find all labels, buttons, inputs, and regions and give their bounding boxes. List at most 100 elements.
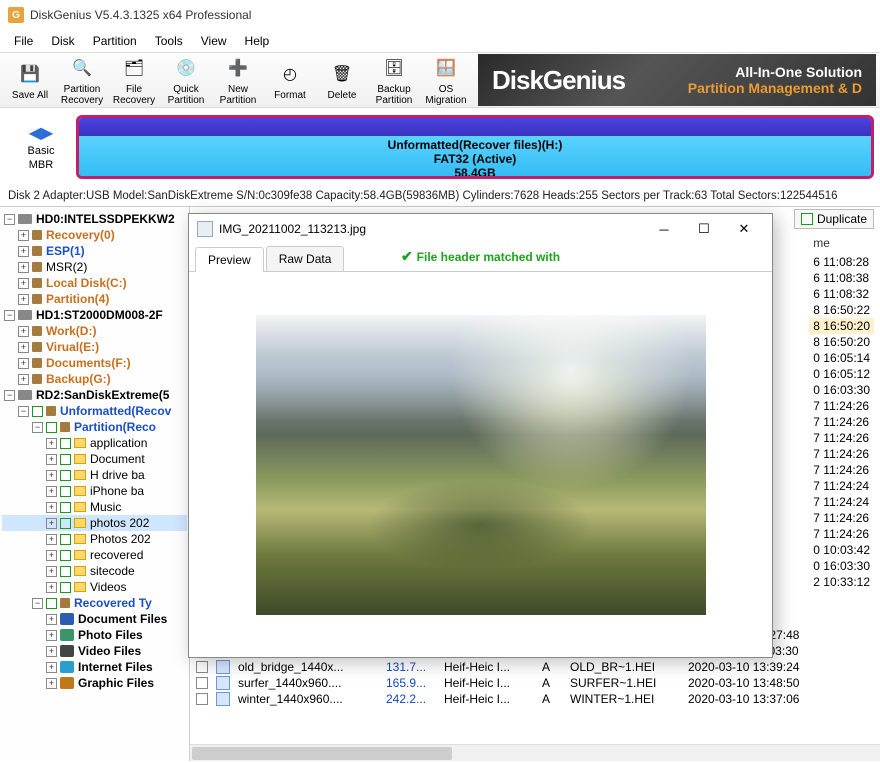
time-cell[interactable]: 7 11:24:24 bbox=[809, 478, 874, 494]
time-cell[interactable]: 6 11:08:28 bbox=[809, 254, 874, 270]
file-preview-window[interactable]: IMG_20211002_113213.jpg ─ ☐ ✕ Preview Ra… bbox=[188, 213, 773, 658]
time-cell[interactable]: 0 16:03:30 bbox=[809, 558, 874, 574]
expand-icon[interactable]: + bbox=[18, 294, 29, 305]
checkbox-icon[interactable] bbox=[196, 677, 208, 689]
checkbox-icon[interactable] bbox=[60, 566, 71, 577]
checkbox-icon[interactable] bbox=[60, 550, 71, 561]
expand-icon[interactable]: + bbox=[46, 662, 57, 673]
menu-view[interactable]: View bbox=[193, 32, 235, 50]
expand-icon[interactable]: + bbox=[46, 502, 57, 513]
time-cell[interactable]: 6 11:08:38 bbox=[809, 270, 874, 286]
tree-node[interactable]: +Music bbox=[2, 499, 187, 515]
expand-icon[interactable]: + bbox=[46, 470, 57, 481]
file-row[interactable]: winter_1440x960....242.2...Heif-Heic I..… bbox=[190, 691, 880, 707]
expand-icon[interactable]: + bbox=[46, 630, 57, 641]
time-cell[interactable]: 7 11:24:26 bbox=[809, 446, 874, 462]
time-cell[interactable]: 0 16:05:14 bbox=[809, 350, 874, 366]
tb-new-partition[interactable]: ➕New Partition bbox=[212, 54, 264, 106]
checkbox-icon[interactable] bbox=[196, 661, 208, 673]
tree-node[interactable]: +Photo Files bbox=[2, 627, 187, 643]
time-cell[interactable]: 7 11:24:26 bbox=[809, 398, 874, 414]
expand-icon[interactable]: − bbox=[32, 598, 43, 609]
tree-node[interactable]: +ESP(1) bbox=[2, 243, 187, 259]
column-header-time[interactable]: me bbox=[809, 235, 874, 254]
expand-icon[interactable]: − bbox=[4, 214, 15, 225]
checkbox-icon[interactable] bbox=[60, 454, 71, 465]
time-cell[interactable]: 6 11:08:32 bbox=[809, 286, 874, 302]
checkbox-icon[interactable] bbox=[60, 438, 71, 449]
menu-disk[interactable]: Disk bbox=[43, 32, 82, 50]
expand-icon[interactable]: − bbox=[18, 406, 29, 417]
menu-help[interactable]: Help bbox=[237, 32, 278, 50]
preview-titlebar[interactable]: IMG_20211002_113213.jpg ─ ☐ ✕ bbox=[189, 214, 772, 244]
tb-quick-partition[interactable]: 💿Quick Partition bbox=[160, 54, 212, 106]
time-cell[interactable]: 8 16:50:22 bbox=[809, 302, 874, 318]
expand-icon[interactable]: + bbox=[18, 374, 29, 385]
time-cell[interactable]: 7 11:24:26 bbox=[809, 414, 874, 430]
checkbox-icon[interactable] bbox=[60, 534, 71, 545]
time-cell[interactable]: 0 16:05:12 bbox=[809, 366, 874, 382]
time-cell[interactable]: 8 16:50:20 bbox=[809, 334, 874, 350]
tb-backup-partition[interactable]: 🗄Backup Partition bbox=[368, 54, 420, 106]
disk-tree[interactable]: −HD0:INTELSSDPEKKW2+Recovery(0)+ESP(1)+M… bbox=[0, 207, 190, 761]
tree-node[interactable]: +sitecode bbox=[2, 563, 187, 579]
checkbox-icon[interactable] bbox=[60, 518, 71, 529]
tree-node[interactable]: +Videos bbox=[2, 579, 187, 595]
checkbox-icon[interactable] bbox=[46, 598, 57, 609]
tab-preview[interactable]: Preview bbox=[195, 247, 264, 272]
expand-icon[interactable]: + bbox=[46, 678, 57, 689]
expand-icon[interactable]: + bbox=[18, 246, 29, 257]
menu-partition[interactable]: Partition bbox=[85, 32, 145, 50]
tree-node[interactable]: −Recovered Ty bbox=[2, 595, 187, 611]
close-button[interactable]: ✕ bbox=[724, 215, 764, 243]
tree-node[interactable]: +Partition(4) bbox=[2, 291, 187, 307]
tree-node[interactable]: +Graphic Files bbox=[2, 675, 187, 691]
tree-node[interactable]: +H drive ba bbox=[2, 467, 187, 483]
nav-arrows-icon[interactable]: ◀▶ bbox=[6, 123, 76, 143]
time-cell[interactable]: 7 11:24:26 bbox=[809, 526, 874, 542]
checkbox-icon[interactable] bbox=[60, 486, 71, 497]
checkbox-icon[interactable] bbox=[60, 470, 71, 481]
tree-node[interactable]: +Work(D:) bbox=[2, 323, 187, 339]
duplicate-toggle[interactable]: Duplicate bbox=[794, 209, 874, 229]
expand-icon[interactable]: + bbox=[46, 518, 57, 529]
tb-os-migration[interactable]: 🪟OS Migration bbox=[420, 54, 472, 106]
menu-tools[interactable]: Tools bbox=[147, 32, 191, 50]
partition-bar[interactable]: Unformatted(Recover files)(H:) FAT32 (Ac… bbox=[76, 115, 874, 179]
time-cell[interactable]: 7 11:24:24 bbox=[809, 494, 874, 510]
tree-node[interactable]: −Partition(Reco bbox=[2, 419, 187, 435]
tree-node[interactable]: −HD0:INTELSSDPEKKW2 bbox=[2, 211, 187, 227]
expand-icon[interactable]: + bbox=[18, 342, 29, 353]
time-cell[interactable]: 7 11:24:26 bbox=[809, 462, 874, 478]
expand-icon[interactable]: + bbox=[46, 614, 57, 625]
expand-icon[interactable]: − bbox=[4, 310, 15, 321]
menu-file[interactable]: File bbox=[6, 32, 41, 50]
tb-file-recovery[interactable]: 🗂File Recovery bbox=[108, 54, 160, 106]
scrollbar-thumb[interactable] bbox=[192, 747, 452, 760]
minimize-button[interactable]: ─ bbox=[644, 215, 684, 243]
tree-node[interactable]: +Document Files bbox=[2, 611, 187, 627]
checkbox-icon[interactable] bbox=[60, 502, 71, 513]
tree-node[interactable]: +Internet Files bbox=[2, 659, 187, 675]
tb-save-all[interactable]: 💾Save All bbox=[4, 54, 56, 106]
expand-icon[interactable]: + bbox=[46, 582, 57, 593]
expand-icon[interactable]: − bbox=[32, 422, 43, 433]
tree-node[interactable]: +MSR(2) bbox=[2, 259, 187, 275]
expand-icon[interactable]: + bbox=[18, 326, 29, 337]
expand-icon[interactable]: + bbox=[18, 278, 29, 289]
file-row[interactable]: surfer_1440x960....165.9...Heif-Heic I..… bbox=[190, 675, 880, 691]
tree-node[interactable]: +application bbox=[2, 435, 187, 451]
horizontal-scrollbar[interactable] bbox=[190, 744, 880, 761]
expand-icon[interactable]: + bbox=[46, 534, 57, 545]
checkbox-icon[interactable] bbox=[196, 693, 208, 705]
time-cell[interactable]: 8 16:50:20 bbox=[809, 318, 874, 334]
expand-icon[interactable]: + bbox=[46, 438, 57, 449]
tree-node[interactable]: −RD2:SanDiskExtreme(5 bbox=[2, 387, 187, 403]
maximize-button[interactable]: ☐ bbox=[684, 215, 724, 243]
checkbox-icon[interactable] bbox=[46, 422, 57, 433]
tb-delete[interactable]: 🗑Delete bbox=[316, 54, 368, 106]
tree-node[interactable]: +Backup(G:) bbox=[2, 371, 187, 387]
time-cell[interactable]: 0 10:03:42 bbox=[809, 542, 874, 558]
expand-icon[interactable]: + bbox=[46, 486, 57, 497]
time-cell[interactable]: 0 16:03:30 bbox=[809, 382, 874, 398]
